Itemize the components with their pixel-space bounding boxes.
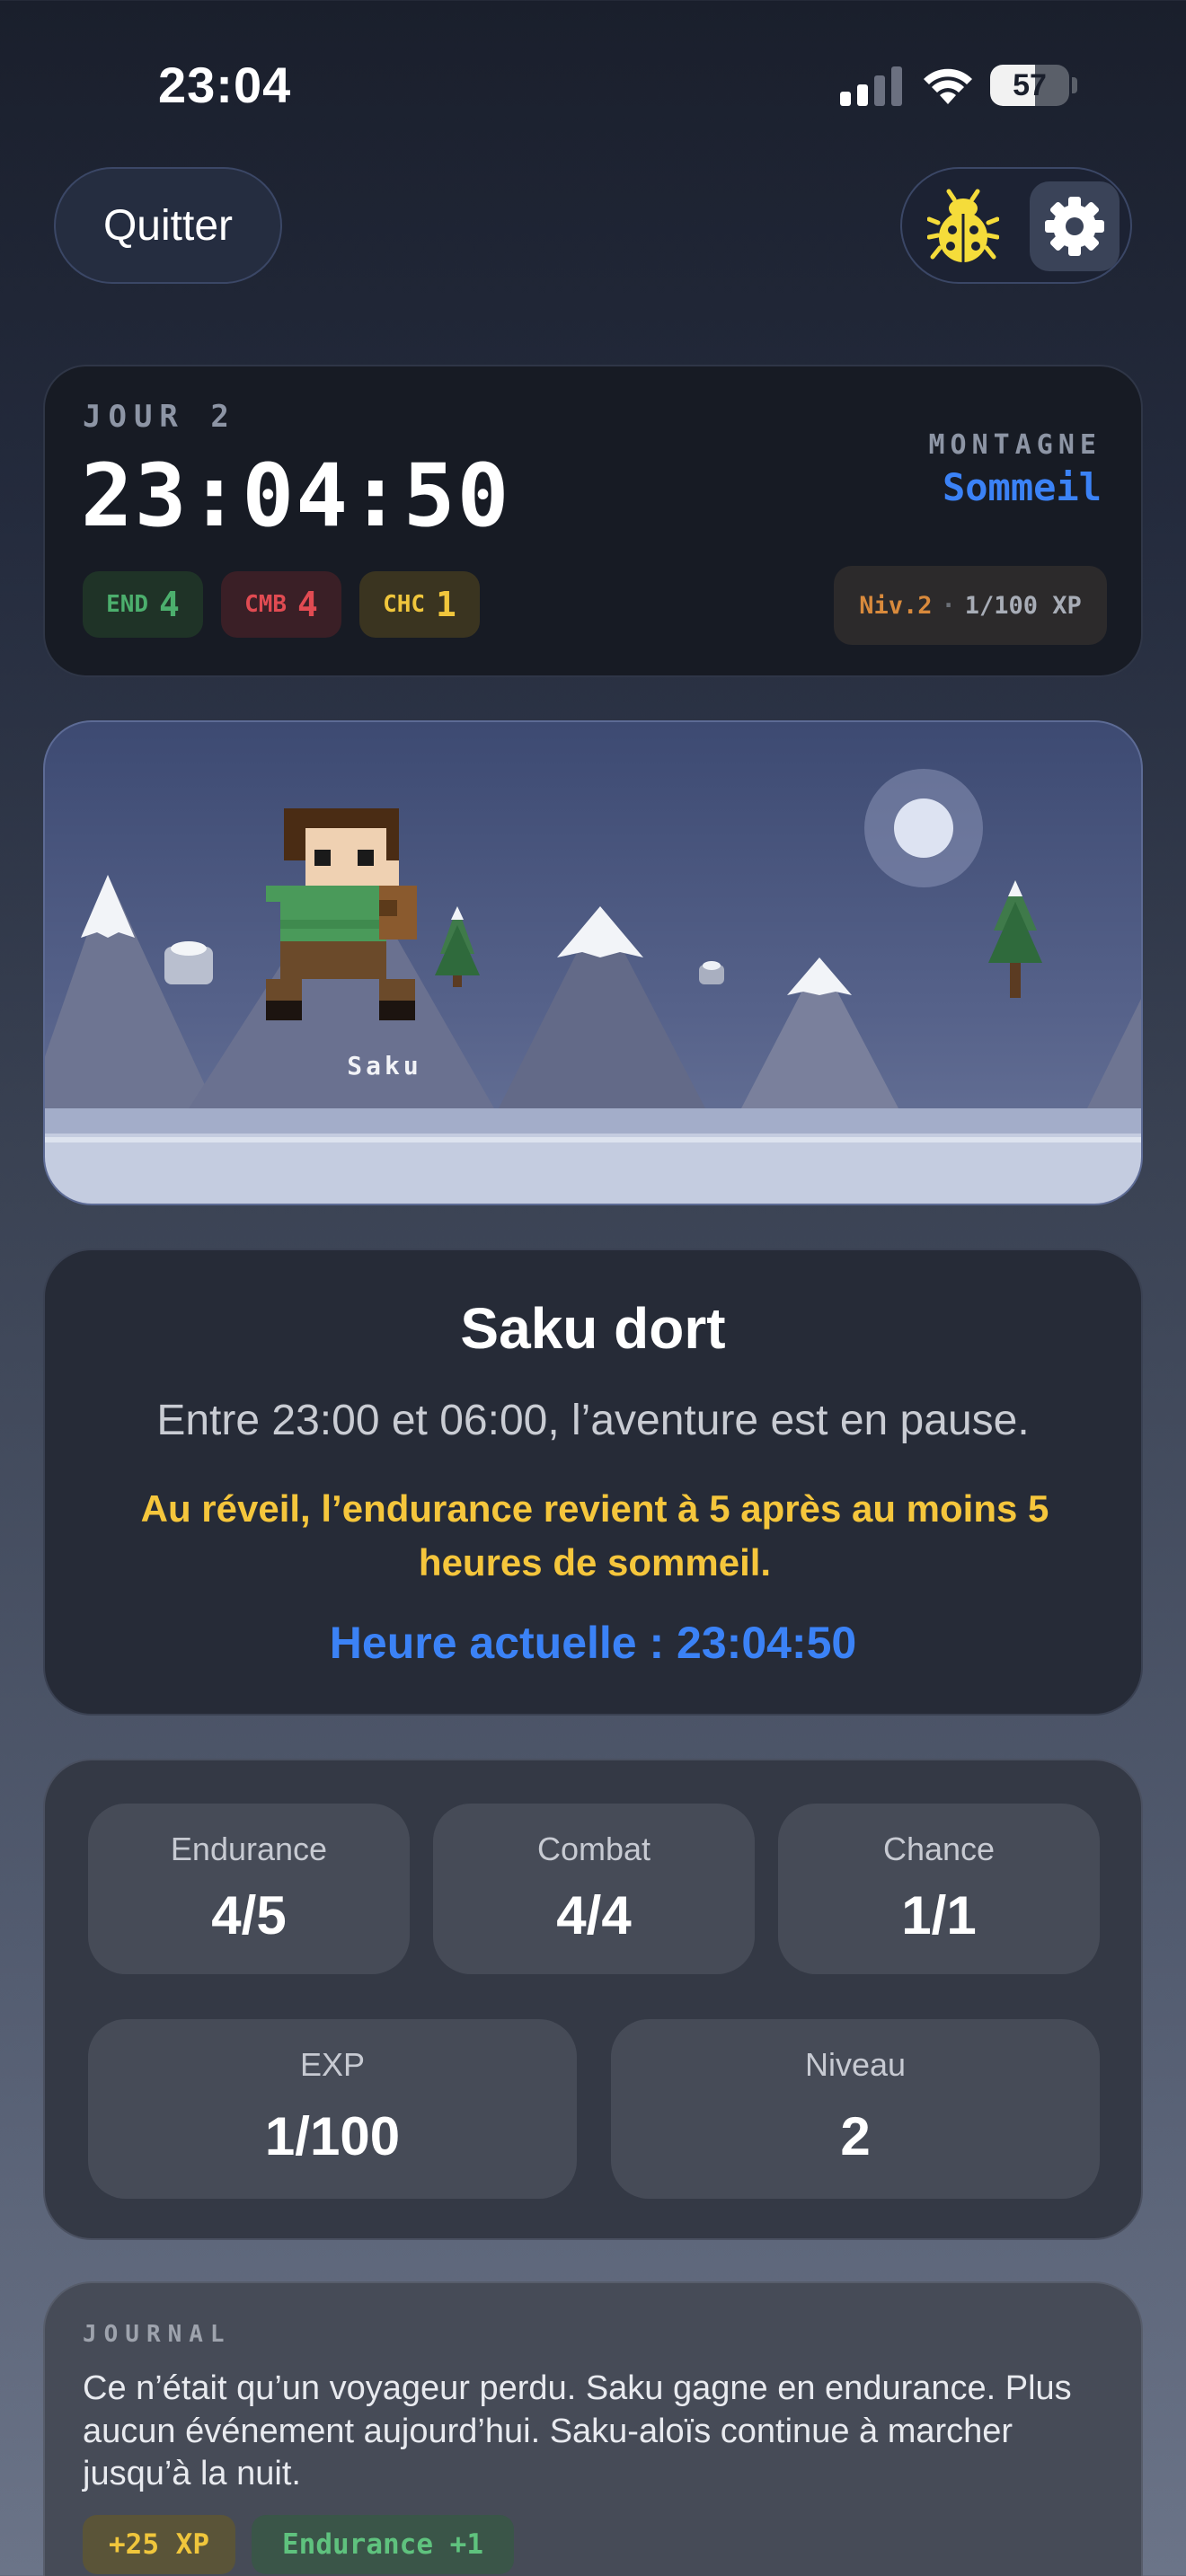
sleep-title: Saku dort bbox=[460, 1296, 726, 1361]
sleep-card: Saku dort Entre 23:00 et 06:00, l’aventu… bbox=[43, 1248, 1143, 1716]
stat-label: Combat bbox=[536, 1831, 651, 1867]
settings-button[interactable] bbox=[1030, 181, 1120, 271]
hero-name: Saku bbox=[347, 1051, 422, 1081]
stat-label: Endurance bbox=[170, 1831, 328, 1867]
journal-text: Ce n’était qu’un voyageur perdu. Saku ga… bbox=[83, 2369, 1072, 2492]
pine-tree bbox=[435, 906, 480, 987]
level-xp-chip: Niv.2 · 1/100 XP bbox=[834, 566, 1107, 645]
current-time: Heure actuelle : 23:04:50 bbox=[329, 1618, 857, 1668]
journal-card: JOURNAL Ce n’était qu’un voyageur perdu.… bbox=[43, 2281, 1143, 2576]
battery-icon: 57 bbox=[990, 65, 1077, 106]
zone-label: MONTAGNE bbox=[928, 429, 1102, 461]
stat-value: 1/1 bbox=[901, 1885, 977, 1945]
pine-tree bbox=[988, 880, 1042, 998]
stats-card: Endurance 4/5 Combat 4/4 Chance 1/1 EXP … bbox=[43, 1759, 1143, 2240]
sleep-subtitle: Entre 23:00 et 06:00, l’aventure est en … bbox=[156, 1397, 1030, 1444]
phase-label: Sommeil bbox=[942, 465, 1102, 509]
stat-exp: EXP 1/100 bbox=[88, 2019, 577, 2199]
cellular-signal-icon bbox=[840, 66, 902, 106]
stat-label: EXP bbox=[299, 2046, 366, 2083]
mountain bbox=[1087, 999, 1141, 1108]
chip-key: END bbox=[106, 591, 149, 618]
quit-button[interactable]: Quitter bbox=[54, 167, 282, 284]
game-scene: Saku bbox=[43, 720, 1143, 1205]
stat-value: 4/5 bbox=[211, 1885, 287, 1945]
status-time: 23:04 bbox=[158, 57, 292, 113]
xp-text: 1/100 XP bbox=[964, 591, 1082, 620]
chip-value: 4 bbox=[297, 585, 318, 624]
battery-level: 57 bbox=[1013, 68, 1047, 102]
chip-key: CMB bbox=[244, 591, 288, 618]
chip-key: CHC bbox=[383, 591, 426, 618]
mountain bbox=[45, 875, 216, 1108]
wifi-icon bbox=[924, 68, 972, 104]
endurance-chip: END 4 bbox=[83, 571, 203, 638]
stat-label: Niveau bbox=[804, 2046, 907, 2083]
bug-icon bbox=[927, 189, 999, 262]
sleep-note: Au réveil, l’endurance revient à 5 après… bbox=[140, 1487, 1049, 1584]
chance-chip: CHC 1 bbox=[359, 571, 480, 638]
level-text: Niv.2 bbox=[859, 591, 933, 620]
journal-label: JOURNAL bbox=[83, 2321, 232, 2348]
game-clock: 23:04:50 bbox=[81, 446, 511, 546]
gear-icon bbox=[1045, 197, 1104, 256]
combat-chip: CMB 4 bbox=[221, 571, 341, 638]
stat-level: Niveau 2 bbox=[611, 2019, 1100, 2199]
separator-dot: · bbox=[941, 591, 956, 620]
endurance-reward-tag: Endurance +1 bbox=[252, 2515, 514, 2574]
stat-value: 2 bbox=[840, 2106, 871, 2166]
day-status-card: JOUR 2 23:04:50 MONTAGNE Sommeil END 4 C… bbox=[43, 365, 1143, 677]
stat-combat: Combat 4/4 bbox=[433, 1804, 755, 1974]
chip-value: 4 bbox=[159, 585, 180, 624]
day-label: JOUR 2 bbox=[83, 399, 236, 435]
stat-label: Chance bbox=[882, 1831, 996, 1867]
stat-value: 4/4 bbox=[556, 1885, 632, 1945]
xp-reward-tag: +25 XP bbox=[83, 2515, 235, 2574]
snow-ground bbox=[45, 1108, 1141, 1137]
stat-endurance: Endurance 4/5 bbox=[88, 1804, 410, 1974]
mountain-landscape bbox=[45, 769, 1141, 1204]
chip-value: 1 bbox=[436, 585, 456, 624]
stat-value: 1/100 bbox=[264, 2106, 401, 2166]
header-actions bbox=[900, 167, 1132, 284]
stat-chance: Chance 1/1 bbox=[778, 1804, 1100, 1974]
debug-button[interactable] bbox=[918, 181, 1008, 271]
